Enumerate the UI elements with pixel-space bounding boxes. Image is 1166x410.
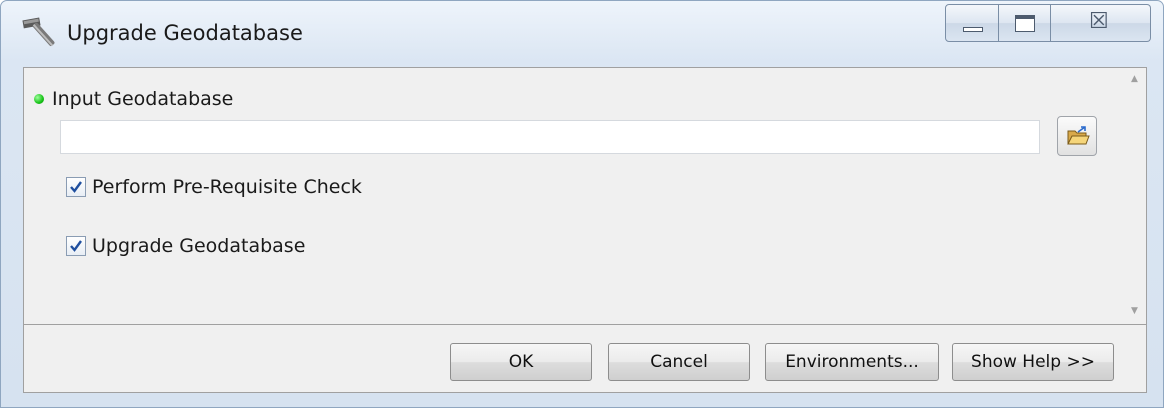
cancel-button[interactable]: Cancel bbox=[608, 343, 750, 381]
scroll-up-arrow-icon[interactable]: ▲ bbox=[1131, 74, 1138, 84]
minimize-icon bbox=[963, 27, 983, 32]
close-icon: ☒ bbox=[1089, 9, 1109, 34]
scroll-down-arrow-icon[interactable]: ▼ bbox=[1131, 306, 1138, 316]
checkmark-icon bbox=[70, 240, 82, 252]
checkbox-row-upgrade[interactable]: Upgrade Geodatabase bbox=[66, 235, 305, 257]
minimize-button[interactable] bbox=[945, 4, 999, 42]
maximize-button[interactable] bbox=[999, 4, 1051, 42]
input-geodatabase-label: Input Geodatabase bbox=[52, 88, 234, 110]
title-bar[interactable]: Upgrade Geodatabase ☒ bbox=[1, 1, 1163, 69]
parameters-panel: Input Geodatabase Perform Pre-Requisite … bbox=[23, 67, 1147, 325]
environments-button[interactable]: Environments... bbox=[765, 343, 939, 381]
checkmark-icon bbox=[70, 181, 82, 193]
vertical-scrollbar[interactable]: ▲ ▼ bbox=[1126, 68, 1146, 324]
dialog-window: Upgrade Geodatabase ☒ Input Geodatabase bbox=[0, 0, 1164, 408]
browse-button[interactable] bbox=[1057, 116, 1097, 156]
show-help-button[interactable]: Show Help >> bbox=[952, 343, 1114, 381]
required-dot-icon bbox=[34, 94, 44, 104]
checkbox-row-prerequisite[interactable]: Perform Pre-Requisite Check bbox=[66, 176, 362, 198]
maximize-icon bbox=[1015, 15, 1035, 32]
open-folder-icon bbox=[1067, 126, 1090, 145]
input-geodatabase-field[interactable] bbox=[60, 120, 1040, 154]
input-geodatabase-label-row: Input Geodatabase bbox=[34, 88, 233, 110]
hammer-icon bbox=[22, 17, 55, 47]
prerequisite-checkbox-label: Perform Pre-Requisite Check bbox=[92, 176, 362, 198]
close-button[interactable]: ☒ bbox=[1051, 4, 1151, 42]
upgrade-checkbox-label: Upgrade Geodatabase bbox=[92, 235, 306, 257]
caption-buttons: ☒ bbox=[945, 4, 1153, 44]
upgrade-checkbox[interactable] bbox=[66, 236, 86, 256]
button-bar: OK Cancel Environments... Show Help >> bbox=[23, 325, 1147, 393]
window-title: Upgrade Geodatabase bbox=[67, 21, 303, 45]
ok-button[interactable]: OK bbox=[450, 343, 592, 381]
prerequisite-checkbox[interactable] bbox=[66, 177, 86, 197]
